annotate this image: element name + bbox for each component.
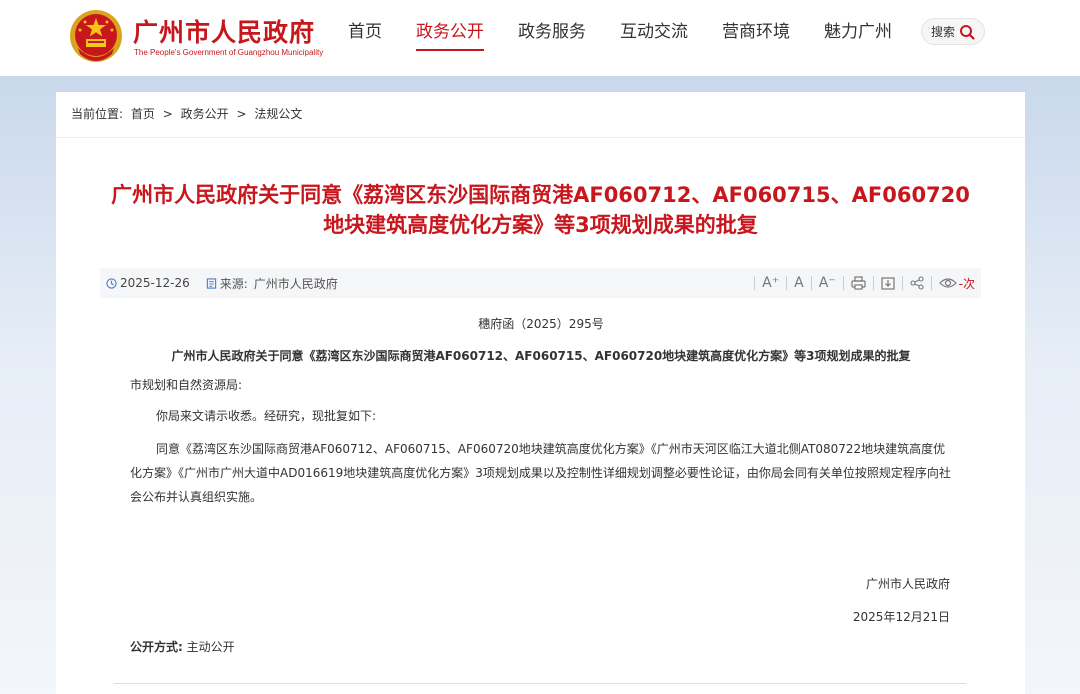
font-decrease-button[interactable]: A⁻ [812,275,843,291]
article-title: 广州市人民政府关于同意《荔湾区东沙国际商贸港AF060712、AF060715、… [86,180,995,240]
disclosure-value: 主动公开 [186,640,235,654]
article-tools: A⁺ A A⁻ -次 [754,268,975,298]
addressee: 市规划和自然资源局: [130,378,243,392]
article-title-line-2: 地块建筑高度优化方案》等3项规划成果的批复 [323,213,758,237]
document-subtitle: 广州市人民政府关于同意《荔湾区东沙国际商贸港AF060712、AF060715、… [171,349,911,363]
disclosure-method: 公开方式: 主动公开 [130,638,235,655]
views-count: -次 [958,276,975,291]
site-header: 广州市人民政府 The People's Government of Guang… [0,0,1080,76]
search-button[interactable]: 搜索 [921,18,985,45]
document-number: 穗府函（2025）295号 [478,317,604,331]
nav-home[interactable]: 首页 [348,0,382,76]
search-icon [960,24,975,40]
breadcrumb-separator: > [236,107,247,121]
breadcrumb-government-affairs[interactable]: 政务公开 [181,107,229,121]
search-label: 搜索 [930,25,955,39]
breadcrumb-home[interactable]: 首页 [131,107,155,121]
print-button[interactable] [844,276,873,290]
meta-info: 2025-12-26 来源: 广州市人民政府 [106,268,338,298]
font-default-button[interactable]: A [787,275,811,291]
print-icon [851,276,866,290]
paragraph-2: 同意《荔湾区东沙国际商贸港AF060712、AF060715、AF060720地… [130,442,951,504]
article-container: 当前位置: 首页 > 政务公开 > 法规公文 广州市人民政府关于同意《荔湾区东沙… [56,92,1025,694]
sign-date: 2025年12月21日 [852,610,950,624]
export-icon [881,277,895,290]
article-meta-bar: 2025-12-26 来源: 广州市人民政府 A⁺ A A⁻ -次 [100,268,981,298]
main-nav: 首页 政务公开 政务服务 互动交流 营商环境 魅力广州 [348,0,926,76]
clock-icon [106,277,117,289]
document-icon [206,277,216,289]
breadcrumb-regulations[interactable]: 法规公文 [254,107,302,121]
nav-government-affairs-public[interactable]: 政务公开 [416,0,484,76]
signer: 广州市人民政府 [865,577,950,591]
divider [56,137,1025,138]
source-label: 来源: [219,276,248,291]
article-title-line-1: 广州市人民政府关于同意《荔湾区东沙国际商贸港AF060712、AF060715、… [111,183,970,207]
share-icon [910,276,924,290]
font-increase-button[interactable]: A⁺ [755,275,786,291]
publish-date: 2025-12-26 [120,276,190,290]
disclosure-label: 公开方式: [130,640,183,654]
nav-interaction[interactable]: 互动交流 [620,0,688,76]
paragraph-1: 你局来文请示收悉。经研究，现批复如下: [156,409,377,423]
source-value: 广州市人民政府 [253,276,338,291]
nav-charming-guangzhou[interactable]: 魅力广州 [824,0,892,76]
eye-icon [938,278,957,288]
site-subtitle: The People's Government of Guangzhou Mun… [134,48,324,57]
national-emblem-icon[interactable] [68,8,124,66]
save-button[interactable] [874,276,902,290]
breadcrumb-separator: > [162,107,173,121]
divider [114,683,966,684]
breadcrumb: 当前位置: 首页 > 政务公开 > 法规公文 [71,92,1025,138]
breadcrumb-prefix: 当前位置: [71,107,124,121]
share-button[interactable] [903,276,931,290]
site-title[interactable]: 广州市人民政府 [133,13,315,49]
views-counter: -次 [932,275,975,292]
nav-government-services[interactable]: 政务服务 [518,0,586,76]
nav-business-environment[interactable]: 营商环境 [722,0,790,76]
